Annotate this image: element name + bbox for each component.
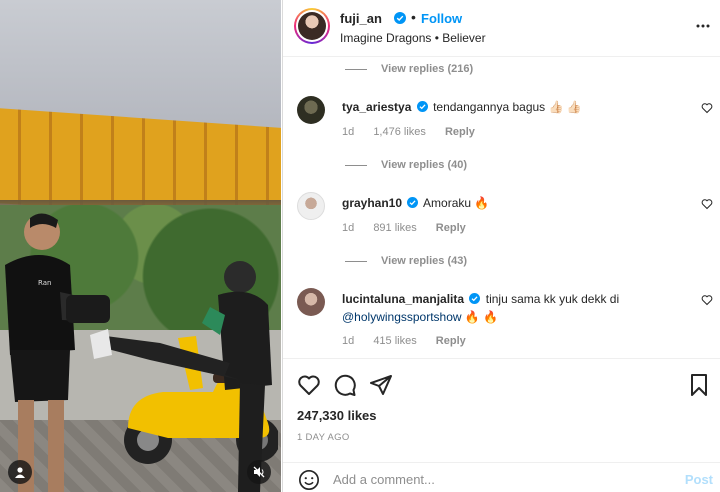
verified-badge-icon (407, 197, 419, 208)
more-options-button[interactable] (695, 18, 711, 34)
post-actions: 247,330 likes 1 DAY AGO (283, 358, 720, 450)
commenter-avatar[interactable] (297, 288, 325, 316)
view-replies-button[interactable]: View replies (43) (345, 255, 467, 267)
comment-message: tendangannya bagus (433, 100, 546, 114)
comment-text: grayhan10 Amoraku 🔥 (342, 194, 697, 212)
verified-badge-icon (416, 101, 428, 112)
comment-item: grayhan10 Amoraku 🔥 1d 891 likes Reply (297, 192, 720, 242)
comment-composer: Post (283, 462, 720, 492)
follow-button[interactable]: Follow (421, 11, 462, 26)
heart-icon[interactable] (701, 294, 713, 306)
comment-input[interactable] (333, 469, 673, 489)
more-options-icon (696, 24, 710, 28)
author-avatar[interactable] (294, 8, 330, 44)
view-replies-label: View replies (40) (381, 159, 468, 171)
verified-badge-icon (394, 12, 406, 24)
view-replies-label: View replies (43) (381, 255, 468, 267)
comment-meta: 1d 1,476 likes Reply (342, 126, 491, 138)
commenter-username[interactable]: lucintaluna_manjalita (342, 292, 464, 306)
svg-text:Ran: Ran (38, 279, 51, 287)
comment-text: tya_ariestya tendangannya bagus 👍🏻 👍🏻 (342, 98, 697, 116)
reply-button[interactable]: Reply (436, 335, 466, 347)
comment-meta: 1d 415 likes Reply (342, 335, 482, 347)
header-separator: • (411, 9, 416, 25)
comment-likes[interactable]: 891 likes (373, 222, 416, 234)
reel-video[interactable]: Ran (0, 0, 281, 492)
comment-meta: 1d 891 likes Reply (342, 222, 482, 234)
comment-age: 1d (342, 335, 355, 347)
audio-track-link[interactable]: Imagine Dragons • Believer (340, 31, 486, 45)
comment-message: tinju sama kk yuk dekk di (485, 292, 620, 306)
post-date: 1 DAY AGO (297, 432, 350, 443)
view-replies-label: View replies (216) (381, 63, 474, 75)
mute-button[interactable] (247, 460, 271, 484)
commenter-username[interactable]: grayhan10 (342, 196, 402, 210)
comment-emoji: 🔥 (474, 196, 490, 210)
comment-age: 1d (342, 222, 355, 234)
comment-age: 1d (342, 126, 355, 138)
commenter-username[interactable]: tya_ariestya (342, 100, 411, 114)
comment-mention-link[interactable]: @holywingssportshow (342, 310, 462, 324)
author-username[interactable]: fuji_an (340, 11, 382, 26)
comment-item: lucintaluna_manjalita tinju sama kk yuk … (297, 288, 720, 354)
comment-text: lucintaluna_manjalita tinju sama kk yuk … (342, 290, 697, 326)
user-icon (15, 467, 25, 478)
video-person-kicking (90, 261, 272, 492)
comment-emoji: 🔥 🔥 (464, 310, 499, 324)
post-panel: fuji_an • Follow Imagine Dragons • Belie… (282, 0, 720, 492)
commenter-avatar[interactable] (297, 96, 325, 124)
emoji-icon[interactable] (298, 469, 320, 491)
post-header: fuji_an • Follow Imagine Dragons • Belie… (283, 0, 720, 57)
tagged-user-button[interactable] (8, 460, 32, 484)
comment-likes[interactable]: 1,476 likes (373, 126, 426, 138)
comment-likes[interactable]: 415 likes (373, 335, 416, 347)
reply-button[interactable]: Reply (445, 126, 475, 138)
share-icon[interactable] (369, 373, 393, 397)
like-heart-icon[interactable] (297, 373, 321, 397)
post-comment-button[interactable]: Post (685, 472, 713, 487)
verified-badge-icon (469, 293, 481, 304)
view-replies-button[interactable]: View replies (40) (345, 159, 467, 171)
mute-icon (253, 466, 265, 478)
comment-message: Amoraku (423, 196, 472, 210)
comment-icon[interactable] (333, 373, 357, 397)
comment-item: tya_ariestya tendangannya bagus 👍🏻 👍🏻 1d… (297, 96, 720, 146)
heart-icon[interactable] (701, 102, 713, 114)
bookmark-icon[interactable] (687, 373, 711, 397)
commenter-avatar[interactable] (297, 192, 325, 220)
heart-icon[interactable] (701, 198, 713, 210)
view-replies-button[interactable]: View replies (216) (345, 63, 473, 75)
comment-emoji: 👍🏻 👍🏻 (548, 100, 582, 114)
like-count[interactable]: 247,330 likes (297, 408, 377, 423)
comments-list[interactable]: View replies (216) tya_ariestya tendanga… (283, 58, 720, 358)
reply-button[interactable]: Reply (436, 222, 466, 234)
